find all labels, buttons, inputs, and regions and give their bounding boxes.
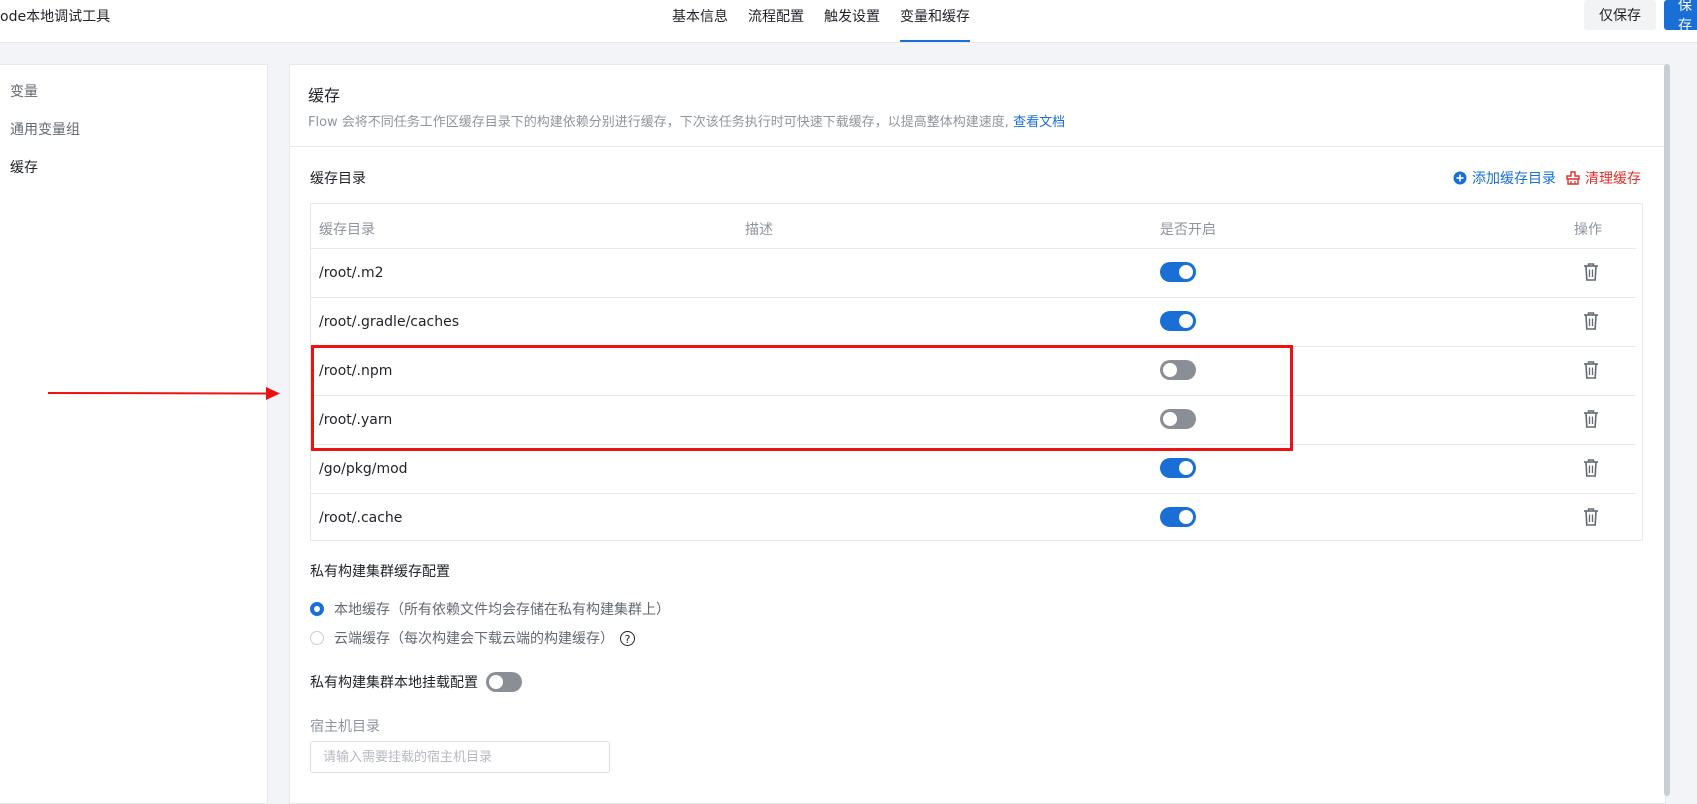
cache-path: /root/.gradle/caches [319, 314, 460, 330]
save-only-button[interactable]: 仅保存 [1584, 0, 1656, 30]
private-cluster-config-title: 私有构建集群缓存配置 [310, 564, 450, 580]
clean-icon [1566, 171, 1580, 185]
section-description: Flow 会将不同任务工作区缓存目录下的构建依赖分别进行缓存，下次该任务执行时可… [308, 111, 1065, 130]
tab-trigger-settings[interactable]: 触发设置 [824, 0, 880, 42]
clear-cache-label: 清理缓存 [1585, 171, 1641, 187]
trash-icon[interactable] [1582, 458, 1600, 478]
add-cache-dir-label: 添加缓存目录 [1472, 171, 1556, 187]
save-button[interactable]: 保存 [1664, 0, 1697, 30]
column-header-cache-dir: 缓存目录 [319, 222, 375, 238]
radio-button[interactable] [310, 602, 324, 616]
enable-toggle[interactable] [1160, 262, 1196, 282]
trash-icon[interactable] [1582, 262, 1600, 282]
radio-local-cache[interactable]: 本地缓存（所有依赖文件均会存储在私有构建集群上） [310, 599, 670, 619]
trash-icon[interactable] [1582, 360, 1600, 380]
cache-path: /go/pkg/mod [319, 461, 408, 477]
nav-item-cache[interactable]: 缓存 [10, 157, 38, 177]
table-row: /root/.gradle/caches [311, 297, 1636, 347]
tab-pipeline-config[interactable]: 流程配置 [748, 0, 804, 42]
tab-bar: 基本信息 流程配置 触发设置 变量和缓存 [672, 0, 990, 42]
radio-button[interactable] [310, 631, 324, 645]
cache-dirs-title: 缓存目录 [310, 171, 366, 187]
top-bar: ode本地调试工具 基本信息 流程配置 触发设置 变量和缓存 仅保存 保存 [0, 0, 1697, 43]
toggle-knob [489, 675, 503, 689]
highlight-box [311, 345, 1293, 451]
add-cache-dir-button[interactable]: 添加缓存目录 [1453, 168, 1556, 188]
table-header: 缓存目录 描述 是否开启 操作 [311, 204, 1636, 249]
column-header-description: 描述 [745, 222, 773, 238]
left-nav: 变量 通用变量组 缓存 [0, 64, 268, 804]
local-mount-label: 私有构建集群本地挂载配置 [310, 675, 478, 691]
scrollbar[interactable] [1664, 64, 1670, 796]
nav-item-variables[interactable]: 变量 [10, 81, 38, 101]
cache-path: /root/.cache [319, 510, 403, 526]
toggle-knob [1179, 461, 1193, 475]
trash-icon[interactable] [1582, 507, 1600, 527]
view-docs-link[interactable]: 查看文档 [1013, 115, 1065, 130]
enable-toggle[interactable] [1160, 311, 1196, 331]
column-header-actions: 操作 [1574, 222, 1602, 238]
host-dir-input[interactable] [310, 741, 610, 773]
trash-icon[interactable] [1582, 311, 1600, 331]
nav-item-common-variable-groups[interactable]: 通用变量组 [10, 119, 80, 139]
enable-toggle[interactable] [1160, 507, 1196, 527]
tab-basic-info[interactable]: 基本信息 [672, 0, 728, 42]
radio-label: 本地缓存（所有依赖文件均会存储在私有构建集群上） [334, 602, 670, 618]
radio-cloud-cache[interactable]: 云端缓存（每次构建会下载云端的构建缓存） ? [310, 628, 635, 648]
description-text: Flow 会将不同任务工作区缓存目录下的构建依赖分别进行缓存，下次该任务执行时可… [308, 115, 1009, 130]
local-mount-config: 私有构建集群本地挂载配置 [310, 672, 522, 692]
clear-cache-button[interactable]: 清理缓存 [1566, 168, 1641, 188]
radio-label: 云端缓存（每次构建会下载云端的构建缓存） [334, 631, 614, 647]
enable-toggle[interactable] [1160, 458, 1196, 478]
table-row: /root/.cache [311, 493, 1636, 542]
table-row: /go/pkg/mod [311, 444, 1636, 494]
arrow-annotation [48, 387, 280, 400]
cache-path: /root/.m2 [319, 265, 384, 281]
section-divider [289, 146, 1664, 147]
local-mount-toggle[interactable] [486, 672, 522, 692]
section-title: 缓存 [308, 86, 341, 105]
toggle-knob [1179, 314, 1193, 328]
toggle-knob [1179, 510, 1193, 524]
tab-variables-cache[interactable]: 变量和缓存 [900, 0, 970, 42]
trash-icon[interactable] [1582, 409, 1600, 429]
column-header-enabled: 是否开启 [1160, 222, 1216, 238]
toggle-knob [1179, 265, 1193, 279]
table-row: /root/.m2 [311, 248, 1636, 298]
app-title: ode本地调试工具 [0, 9, 111, 25]
host-dir-label: 宿主机目录 [310, 719, 380, 735]
plus-circle-icon [1453, 171, 1467, 185]
help-icon[interactable]: ? [620, 630, 635, 646]
